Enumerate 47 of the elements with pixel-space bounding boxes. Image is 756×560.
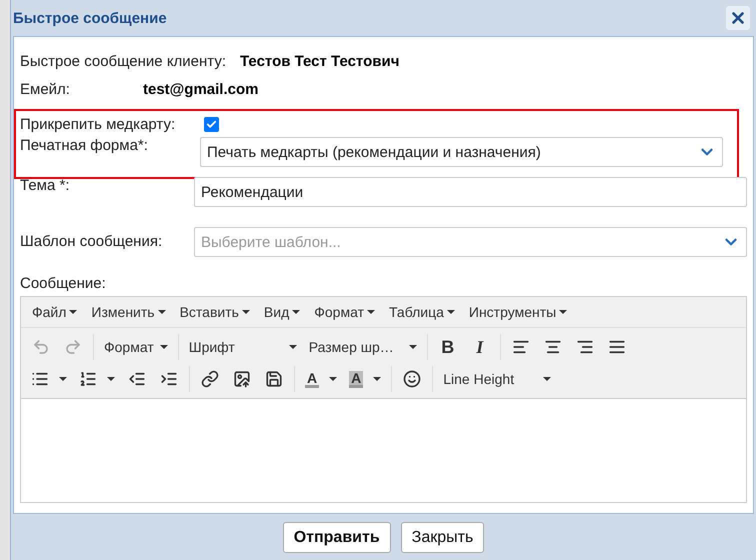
numbered-list-icon	[79, 370, 97, 388]
close-icon	[729, 9, 747, 27]
info-value: test@gmail.com	[143, 80, 258, 98]
editor-menu-item[interactable]: Таблица	[384, 304, 460, 320]
toolbar-dropdown[interactable]: Line Height	[437, 365, 558, 393]
image-upload-icon	[233, 370, 251, 388]
editor-menu-item[interactable]: Изменить	[86, 304, 171, 320]
print-form-select[interactable]: Печать медкарты (рекомендации и назначения)	[200, 137, 723, 167]
field-label: Печатная форма*:	[20, 137, 149, 154]
editor-menu-item[interactable]: Файл	[27, 304, 82, 320]
editor-menu-item[interactable]: Вид	[258, 304, 306, 320]
save-icon	[265, 370, 283, 388]
close-button[interactable]	[726, 6, 750, 30]
bold-button[interactable]: B	[432, 333, 464, 361]
link-icon	[201, 370, 219, 388]
info-label: Быстрое сообщение клиенту:	[20, 52, 226, 70]
text-color-button[interactable]: A	[299, 365, 344, 393]
info-label: Емейл:	[20, 80, 71, 98]
align-center-icon	[544, 338, 562, 356]
undo-icon	[32, 338, 50, 356]
editor-menu-item[interactable]: Вставить	[174, 304, 255, 320]
toolbar-dropdown[interactable]: Размер шр…	[302, 333, 423, 361]
rich-text-editor[interactable]: Файл Изменить Вставить Вид Формат Таблица Инструменты Формат Шрифт Размер шр… B I A A Line Height	[20, 296, 747, 503]
bullet-list-icon	[31, 370, 49, 388]
align-left-icon	[512, 338, 530, 356]
field-label: Шаблон сообщения:	[20, 232, 164, 250]
toolbar-dropdown[interactable]: Формат	[98, 333, 174, 361]
outdent-icon	[128, 370, 146, 388]
align-right-icon	[576, 338, 594, 356]
redo-icon	[64, 338, 82, 356]
subject-field[interactable]: Рекомендации	[194, 177, 747, 207]
align-justify-icon	[608, 338, 626, 356]
smiley-icon	[403, 370, 422, 388]
field-label: Сообщение:	[20, 275, 106, 292]
field-label: Тема *:	[20, 177, 70, 194]
dialog-title: Быстрое сообщение	[13, 10, 167, 26]
highlight-color-button[interactable]: A	[343, 365, 388, 393]
editor-menu-item[interactable]: Формат	[309, 304, 380, 320]
info-value: Тестов Тест Тестович	[240, 52, 400, 70]
field-label: Прикрепить медкарту:	[20, 116, 176, 133]
toolbar-dropdown[interactable]: Шрифт	[182, 333, 303, 361]
italic-button[interactable]: I	[464, 333, 496, 361]
attach-checkbox[interactable]	[204, 117, 219, 132]
send-button[interactable]: Отправить	[282, 522, 391, 553]
indent-icon	[160, 370, 178, 388]
close-dialog-button[interactable]: Закрыть	[400, 522, 484, 553]
editor-menu-item[interactable]: Инструменты	[464, 304, 572, 320]
